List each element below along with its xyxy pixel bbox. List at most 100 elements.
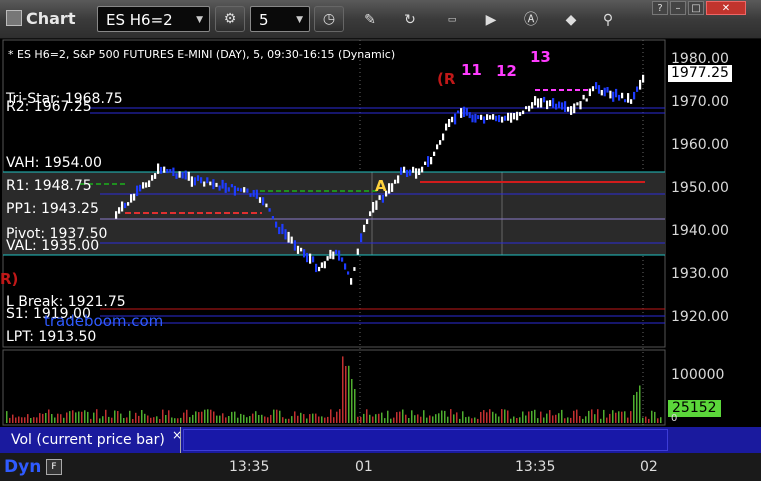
- volume-bar: [24, 417, 26, 423]
- volume-bar: [651, 410, 653, 423]
- volume-bar: [105, 409, 107, 423]
- dynamic-icon[interactable]: F: [46, 459, 62, 475]
- volume-bar: [117, 411, 119, 423]
- volume-bar: [333, 417, 335, 423]
- candle: [642, 74, 645, 83]
- candle: [436, 144, 439, 150]
- volume-bar: [492, 411, 494, 423]
- candle: [278, 226, 281, 235]
- volume-bar: [471, 418, 473, 423]
- volume-bar: [639, 385, 641, 423]
- volume-bar: [294, 411, 296, 423]
- volume-bar: [90, 418, 92, 423]
- volume-bar: [483, 410, 485, 423]
- volume-bar: [582, 418, 584, 423]
- candle: [618, 94, 621, 101]
- close-icon[interactable]: ×: [172, 428, 182, 442]
- price-axis[interactable]: 1980.00 1977.25 1970.00 1960.00 1950.00 …: [666, 40, 761, 348]
- candle: [424, 161, 427, 165]
- volume-bar: [252, 413, 254, 423]
- candle: [372, 202, 375, 213]
- candle: [564, 101, 567, 112]
- volume-bar: [312, 413, 314, 423]
- volume-bar: [237, 417, 239, 423]
- volume-bar: [609, 413, 611, 423]
- volume-bar: [192, 414, 194, 423]
- candle: [513, 113, 516, 120]
- volume-bar: [591, 409, 593, 423]
- volume-bar: [243, 414, 245, 423]
- candle: [178, 171, 181, 178]
- tab-volume-label: Vol (current price bar): [11, 432, 165, 448]
- volume-bar: [579, 416, 581, 423]
- candle: [262, 197, 265, 206]
- candle: [567, 106, 570, 112]
- volume-bar: [537, 418, 539, 423]
- candle: [595, 82, 598, 90]
- candle: [200, 177, 203, 184]
- candle: [636, 86, 639, 92]
- candle: [184, 170, 187, 180]
- candle: [221, 179, 224, 189]
- last-price-tag: 1977.25: [668, 65, 732, 82]
- candle: [309, 253, 312, 264]
- volume-bar: [642, 417, 644, 423]
- volume-bar: [177, 418, 179, 423]
- volume-bar: [408, 418, 410, 423]
- volume-bar: [93, 412, 95, 423]
- volume-bar: [141, 410, 143, 423]
- volume-bar: [159, 419, 161, 423]
- candle: [397, 175, 400, 184]
- tab-volume[interactable]: Vol (current price bar): [3, 427, 181, 453]
- volume-bar: [108, 416, 110, 423]
- volume-bar: [576, 409, 578, 423]
- volume-bar: [258, 415, 260, 423]
- candle: [306, 252, 309, 263]
- time-label: 01: [355, 459, 373, 475]
- volume-axis[interactable]: 100000 25152 0: [666, 350, 761, 425]
- candle: [249, 193, 252, 197]
- volume-bar: [603, 409, 605, 423]
- candle: [630, 99, 633, 104]
- volume-bar: [465, 417, 467, 423]
- volume-bar: [6, 411, 8, 423]
- volume-bar: [213, 411, 215, 423]
- volume-bar: [390, 418, 392, 423]
- volume-bar: [627, 417, 629, 423]
- volume-bar: [21, 417, 23, 423]
- candle: [148, 180, 151, 187]
- candle: [451, 116, 454, 123]
- volume-bar: [561, 409, 563, 423]
- volume-bar: [201, 411, 203, 423]
- candle: [454, 113, 457, 125]
- volume-bar: [399, 411, 401, 423]
- candle: [448, 119, 451, 127]
- volume-bar: [114, 410, 116, 423]
- candle: [468, 112, 471, 119]
- volume-bar: [633, 395, 635, 423]
- volume-bar: [594, 414, 596, 423]
- price-chart-canvas: [2, 39, 666, 426]
- volume-bar: [351, 379, 353, 423]
- candle: [606, 87, 609, 93]
- candle: [406, 169, 409, 177]
- volume-bar: [222, 413, 224, 423]
- time-axis[interactable]: Dyn F 13:35 01 13:35 02: [0, 453, 761, 481]
- candle: [233, 185, 236, 196]
- indicator-tab-area[interactable]: [183, 429, 668, 451]
- candle: [627, 93, 630, 103]
- volume-bar: [261, 414, 263, 423]
- volume-bar: [354, 389, 356, 423]
- volume-bar: [426, 417, 428, 423]
- volume-bar: [600, 418, 602, 423]
- volume-bar: [288, 418, 290, 423]
- price-tick: 1930.00: [671, 266, 729, 282]
- volume-bar: [570, 417, 572, 423]
- candle: [543, 96, 546, 103]
- volume-bar: [447, 416, 449, 423]
- volume-bar: [486, 412, 488, 423]
- volume-bar: [372, 416, 374, 423]
- candle: [394, 179, 397, 184]
- candle: [633, 91, 636, 100]
- dynamic-label[interactable]: Dyn: [4, 457, 41, 477]
